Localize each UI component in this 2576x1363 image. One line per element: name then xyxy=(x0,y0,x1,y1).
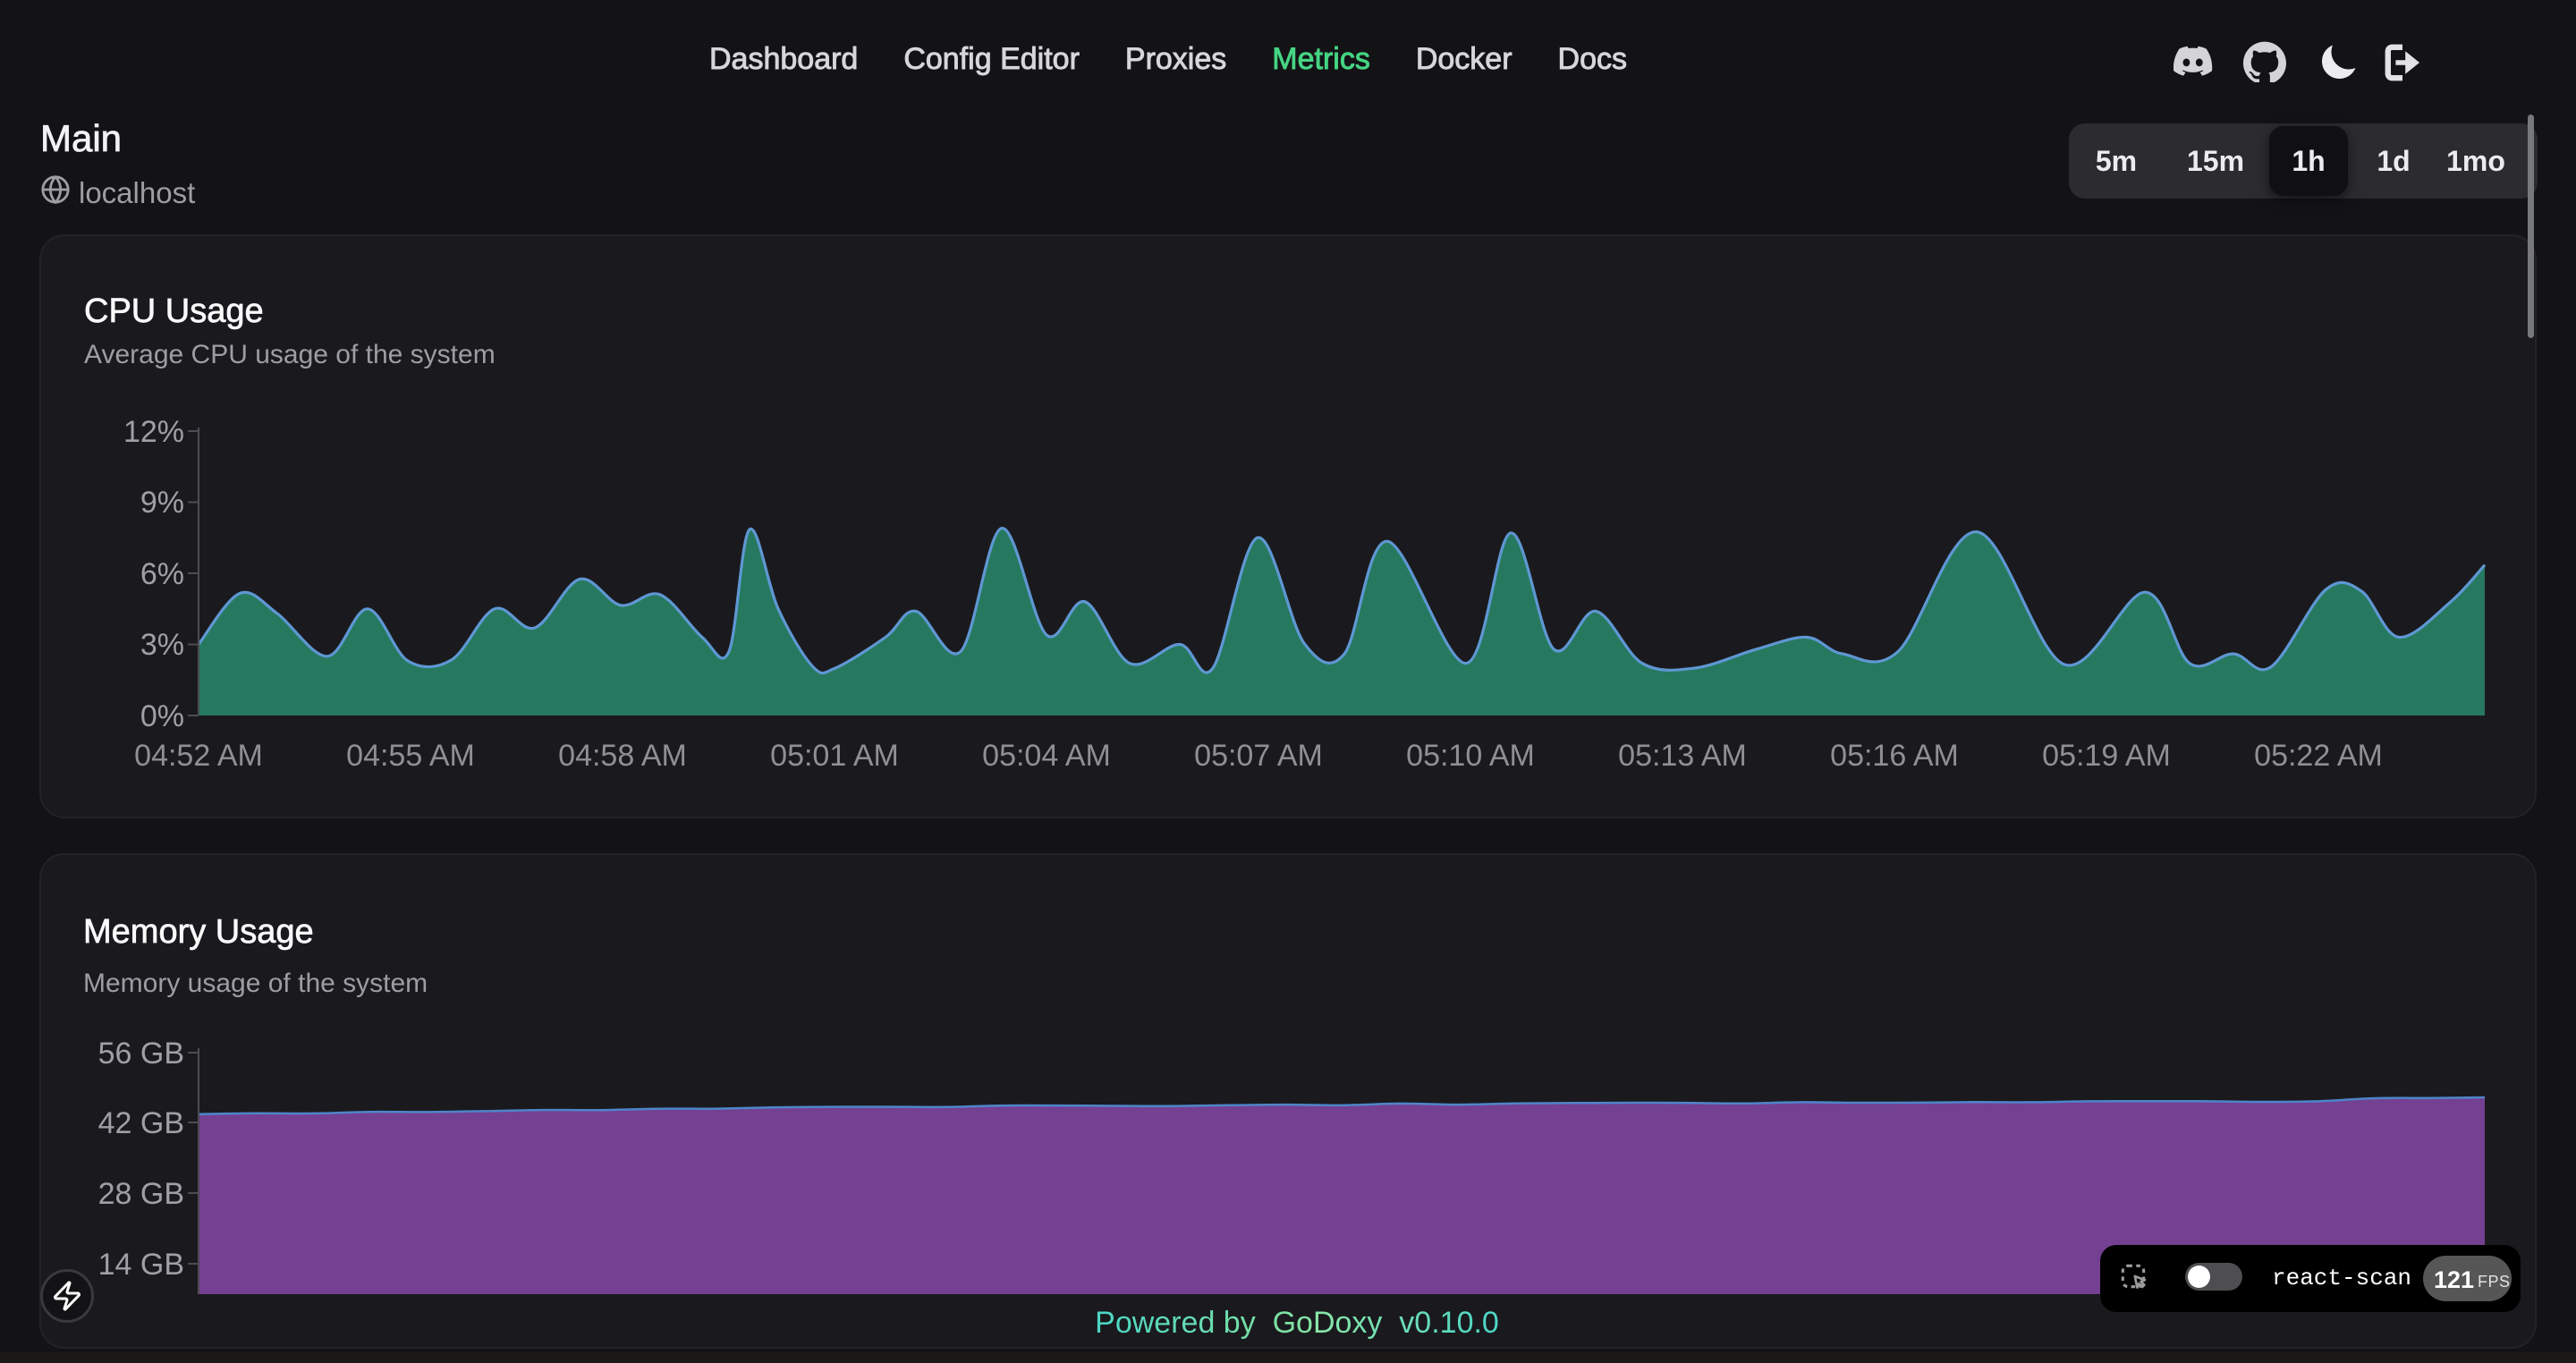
svg-text:42 GB: 42 GB xyxy=(98,1106,184,1140)
svg-text:05:19 AM: 05:19 AM xyxy=(2042,739,2171,773)
svg-text:12%: 12% xyxy=(123,415,184,449)
svg-text:05:04 AM: 05:04 AM xyxy=(982,739,1111,773)
svg-text:28 GB: 28 GB xyxy=(98,1177,184,1211)
svg-text:05:22 AM: 05:22 AM xyxy=(2254,739,2383,773)
svg-text:04:58 AM: 04:58 AM xyxy=(558,739,687,773)
svg-text:05:01 AM: 05:01 AM xyxy=(770,739,899,773)
svg-text:3%: 3% xyxy=(140,628,184,662)
svg-text:0%: 0% xyxy=(140,699,184,733)
svg-text:04:55 AM: 04:55 AM xyxy=(346,739,475,773)
svg-text:05:13 AM: 05:13 AM xyxy=(1618,739,1747,773)
svg-text:14 GB: 14 GB xyxy=(98,1248,184,1282)
svg-text:05:07 AM: 05:07 AM xyxy=(1194,739,1323,773)
svg-text:9%: 9% xyxy=(140,486,184,520)
svg-text:04:52 AM: 04:52 AM xyxy=(134,739,263,773)
svg-text:05:10 AM: 05:10 AM xyxy=(1406,739,1535,773)
svg-text:6%: 6% xyxy=(140,557,184,591)
svg-text:56 GB: 56 GB xyxy=(98,1037,184,1071)
svg-text:05:16 AM: 05:16 AM xyxy=(1830,739,1959,773)
